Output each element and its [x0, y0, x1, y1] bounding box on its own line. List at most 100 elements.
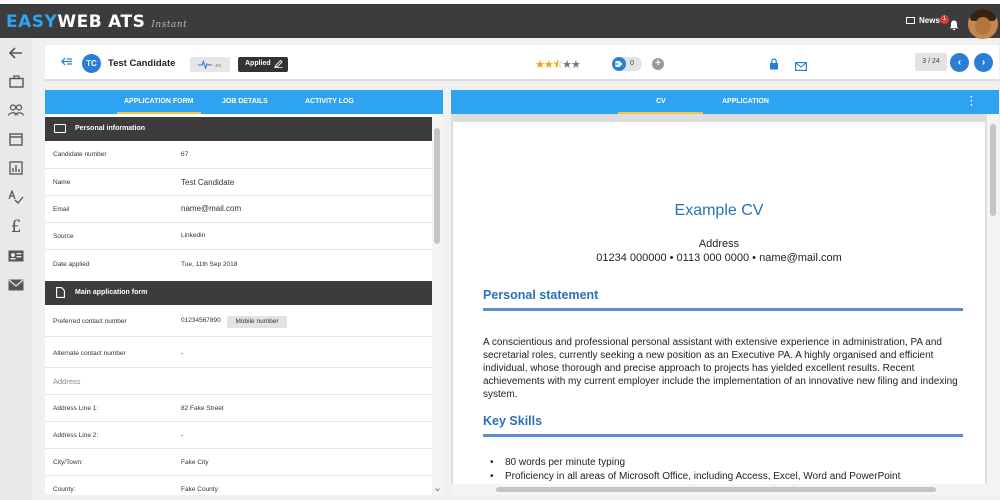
tag-count: 0 — [630, 60, 634, 67]
field-value: Linkedin — [181, 232, 206, 239]
main-form-header: Main application form — [45, 281, 432, 305]
horizontal-scrollbar[interactable] — [451, 484, 987, 495]
field-label: Address Line 1: — [53, 405, 99, 412]
field-value: 67 — [181, 151, 189, 158]
cv-address: Address — [698, 238, 740, 250]
rating-stars[interactable]: ★★⯪★★ — [535, 56, 581, 75]
candidate-initials-avatar: TC — [82, 54, 101, 73]
user-avatar[interactable] — [968, 9, 998, 39]
field-value: 01234567890 — [181, 317, 221, 324]
star-icon[interactable]: ★ — [544, 59, 554, 71]
tags-button[interactable]: 0 — [612, 57, 642, 71]
field-value[interactable]: Test Candidate — [181, 178, 234, 187]
cv-skill-item: Proficiency in all areas of Microsoft Of… — [490, 471, 900, 482]
id-card-icon — [54, 124, 66, 133]
cv-panel: CV APPLICATION · · · Example CV Address 01… — [451, 90, 999, 495]
logo-text-ats: ATS — [108, 12, 146, 32]
field-value: - — [181, 432, 184, 439]
field-row: County: Fake County — [45, 476, 432, 495]
field-value: 82 Fake Street — [181, 405, 224, 412]
logo-text-web: WEB — [57, 12, 103, 32]
field-row: Name Test Candidate — [45, 169, 432, 196]
email-candidate-icon[interactable] — [795, 58, 808, 76]
star-icon[interactable]: ★ — [562, 59, 572, 71]
right-scrollbar[interactable] — [987, 114, 999, 495]
news-button[interactable]: News — [906, 16, 940, 25]
cv-section-rule — [483, 434, 963, 437]
tag-icon — [612, 57, 626, 71]
left-tab-bar: APPLICATION FORM JOB DETAILS ACTIVITY LO… — [45, 90, 443, 114]
tab-cv[interactable]: CV — [656, 98, 666, 105]
document-icon — [56, 287, 65, 298]
star-half-icon[interactable]: ⯪ — [553, 59, 563, 71]
field-value: Fake County — [181, 486, 218, 493]
bell-icon[interactable] — [949, 18, 959, 36]
people-icon[interactable] — [7, 101, 25, 119]
field-row: Preferred contact number 01234567890 Mob… — [45, 305, 432, 337]
scrollbar-thumb[interactable] — [434, 128, 440, 244]
section-title: Main application form — [75, 289, 148, 296]
field-row: Source Linkedin — [45, 223, 432, 250]
logo-text-easy: EASY — [6, 12, 58, 32]
personal-info-header: Personal information — [45, 117, 432, 141]
tab-activity-log[interactable]: ACTIVITY LOG — [305, 98, 354, 105]
right-tab-bar: CV APPLICATION · · · — [451, 90, 999, 114]
tab-application-form[interactable]: APPLICATION FORM — [124, 98, 193, 105]
back-list-icon[interactable] — [61, 54, 73, 69]
scroll-down-icon[interactable] — [432, 487, 443, 493]
pound-icon[interactable]: £ — [7, 217, 25, 237]
field-label: Preferred contact number — [53, 318, 127, 325]
field-value: Tue, 11th Sep 2018 — [181, 261, 238, 268]
id-card-icon[interactable] — [7, 247, 25, 265]
field-label: City/Town: — [53, 459, 83, 466]
top-bar: EASYWEB ATS Instant News 1 — [0, 0, 1000, 39]
tab-application[interactable]: APPLICATION — [722, 98, 769, 105]
newspaper-icon — [906, 17, 915, 24]
news-label: News — [919, 16, 940, 25]
pulse-icon — [198, 59, 212, 70]
cv-document: Example CV Address 01234 000000 • 0113 0… — [453, 122, 985, 484]
activity-pulse-button[interactable]: 4m — [190, 57, 230, 72]
field-row: City/Town: Fake City — [45, 449, 432, 476]
briefcase-icon[interactable] — [7, 72, 25, 90]
more-options-icon[interactable]: · · · — [970, 93, 973, 111]
address-subheading-row: Address — [45, 368, 432, 395]
scrollbar-thumb[interactable] — [496, 487, 936, 492]
cv-section-heading: Personal statement — [483, 288, 599, 302]
previous-candidate-button[interactable]: ‹ — [950, 53, 969, 72]
field-label: Name — [53, 179, 71, 186]
add-tag-button[interactable]: + — [652, 58, 664, 70]
star-icon[interactable]: ★ — [535, 59, 545, 71]
spellcheck-icon[interactable] — [7, 188, 25, 206]
candidate-pager: 3 / 24 — [915, 53, 947, 71]
logo-text-instant: Instant — [151, 20, 188, 30]
mail-icon[interactable] — [7, 276, 25, 294]
field-label: Email — [53, 206, 70, 213]
field-value: - — [181, 350, 184, 357]
field-row: Candidate number 67 — [45, 141, 432, 169]
chart-icon[interactable] — [7, 159, 25, 177]
calendar-icon[interactable] — [7, 130, 25, 148]
status-button[interactable]: Applied — [238, 57, 288, 72]
lock-icon[interactable] — [769, 57, 779, 75]
cv-section-heading: Key Skills — [483, 414, 543, 428]
back-arrow-icon[interactable] — [7, 44, 25, 62]
scrollbar-thumb[interactable] — [990, 124, 996, 216]
cv-title: Example CV — [674, 202, 764, 219]
tab-job-details[interactable]: JOB DETAILS — [222, 98, 268, 105]
field-row: Address Line 1: 82 Fake Street — [45, 395, 432, 422]
candidate-name: Test Candidate — [108, 58, 176, 69]
field-row: Alternate contact number - — [45, 337, 432, 368]
field-value[interactable]: name@mail.com — [181, 204, 241, 213]
star-icon[interactable]: ★ — [571, 59, 581, 71]
left-scrollbar[interactable] — [432, 114, 443, 495]
field-row: Email name@mail.com — [45, 196, 432, 223]
next-candidate-button[interactable]: › — [974, 53, 993, 72]
field-row: Address Line 2: - — [45, 422, 432, 449]
cv-contact-line: 01234 000000 • 0113 000 0000 • name@mail… — [596, 252, 842, 264]
field-label: Date applied — [53, 261, 90, 268]
app-logo[interactable]: EASYWEB ATS Instant — [6, 12, 187, 32]
contact-type-badge: Mobile number — [227, 316, 287, 328]
cv-viewer: Example CV Address 01234 000000 • 0113 0… — [451, 114, 987, 484]
field-label: County: — [53, 486, 76, 493]
